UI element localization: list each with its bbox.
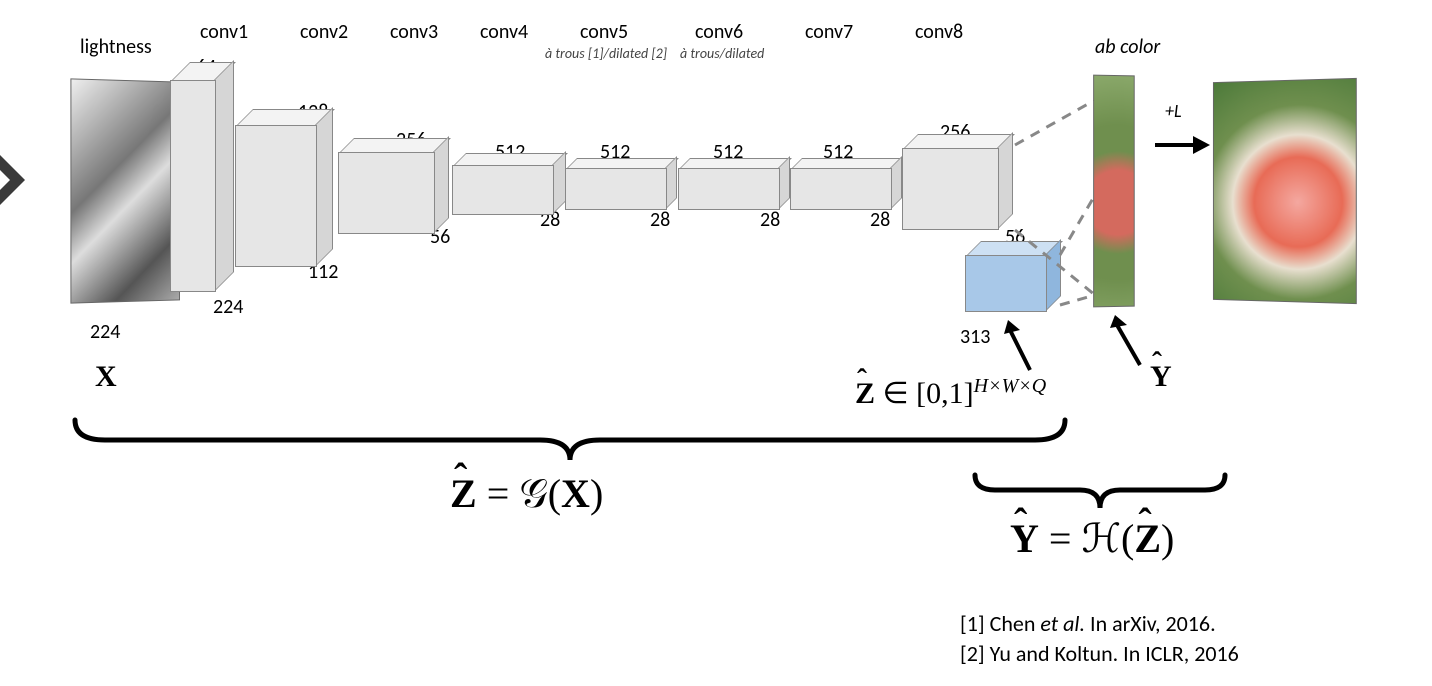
z-pointer-arrow — [1000, 320, 1040, 375]
input-lightness-image — [70, 78, 180, 303]
output-label: ab color — [1095, 35, 1160, 59]
plus-l-label: +L — [1165, 100, 1182, 122]
eq-h: Yˆ = ℋ(Zˆ) — [1010, 515, 1174, 562]
conv2-label: conv2 — [300, 20, 348, 44]
ab-output-image — [1093, 75, 1135, 308]
conv7-sp: 28 — [760, 208, 780, 232]
slide-edge-pointer — [0, 150, 35, 210]
x-symbol: X — [95, 360, 117, 394]
input-label: lightness — [80, 35, 152, 59]
conv2-sp: 224 — [213, 295, 243, 319]
conv6-sp: 28 — [650, 208, 670, 232]
conv1-label: conv1 — [200, 20, 248, 44]
conv3-label: conv3 — [390, 20, 438, 44]
conv5-sub: à trous [1]/dilated [2] — [545, 45, 667, 62]
conv6-label: conv6 — [695, 20, 743, 44]
conv7-label: conv7 — [805, 20, 853, 44]
yhat-symbol: Yˆ — [1150, 360, 1172, 394]
conv8-sp-bottom: 28 — [870, 208, 890, 232]
conv5-label: conv5 — [580, 20, 628, 44]
color-output-image — [1213, 78, 1357, 304]
input-sp: 224 — [90, 320, 120, 344]
conv8-label: conv8 — [915, 20, 963, 44]
z-dim: Zˆ ∈ [0,1]H×W×Q — [855, 375, 1046, 411]
brace-g — [70, 415, 1070, 475]
conv4-label: conv4 — [480, 20, 528, 44]
brace-h — [970, 470, 1230, 520]
conv6-sub: à trous/dilated — [680, 45, 764, 62]
ref-2: [2] Yu and Koltun. In ICLR, 2016 — [960, 640, 1239, 667]
ref-1: [1] Chen et al. In arXiv, 2016. — [960, 610, 1216, 637]
plus-l-arrow — [1155, 130, 1210, 160]
architecture-diagram: { "input_label": "lightness", "output_la… — [0, 0, 1432, 686]
y-pointer-arrow — [1105, 315, 1155, 370]
eq-g: Zˆ = 𝒢(X) — [450, 470, 603, 517]
